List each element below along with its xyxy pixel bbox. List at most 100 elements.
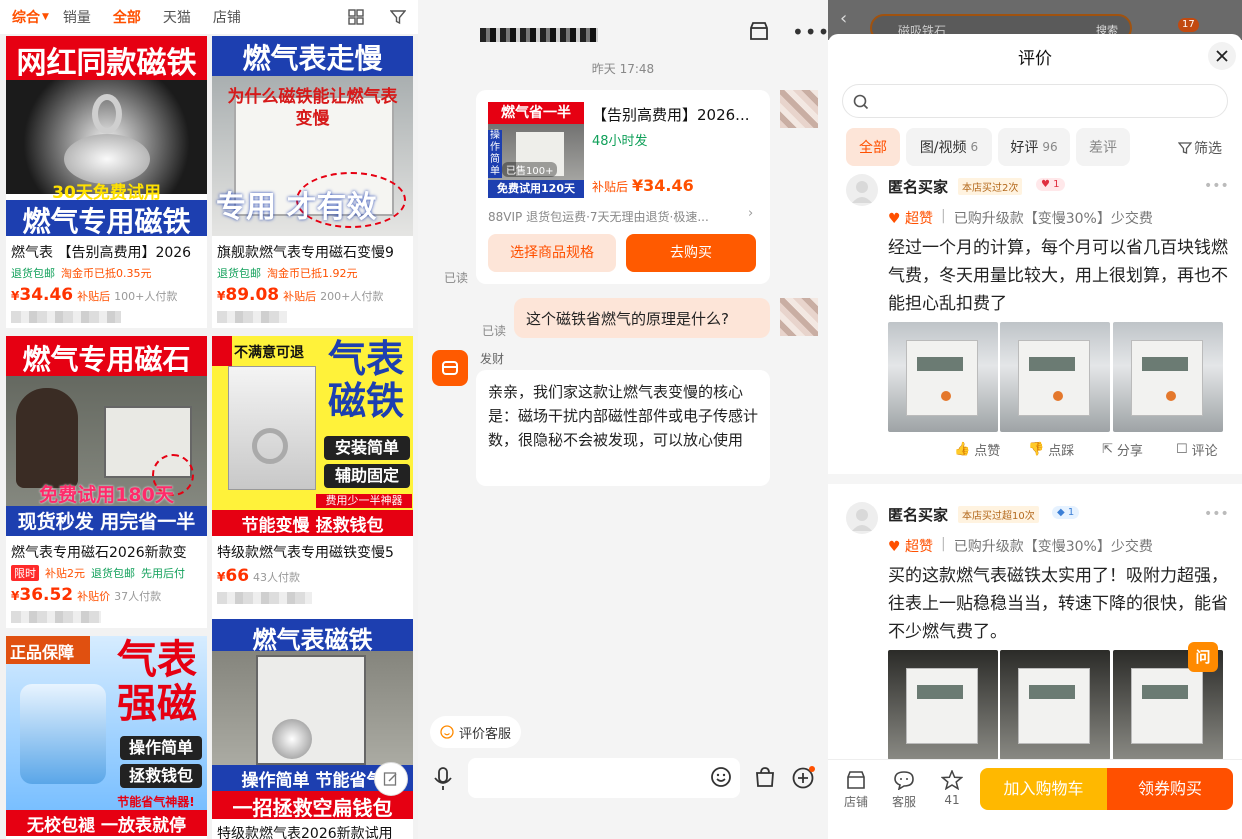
my-avatar — [780, 298, 818, 336]
bag-icon[interactable] — [754, 766, 776, 792]
review-text: 经过一个月的计算，每个月可以省几百块钱燃气费，冬天用量比较大，用上很划算，再也不… — [888, 238, 1228, 314]
product-card[interactable]: 燃气表磁铁 操作简单 节能省气 一招拯救空扁钱包 特级款燃气表2026新款试用 — [212, 619, 413, 839]
read-receipt: 已读 — [444, 271, 469, 285]
edit-icon — [383, 772, 397, 786]
close-button[interactable] — [1208, 42, 1236, 70]
sort-filter-bar: 综合 ▼ 销量 全部 天猫 店铺 — [0, 0, 418, 34]
chat-icon — [894, 771, 914, 791]
review-photo[interactable] — [1113, 322, 1223, 432]
shop-name-blurred — [11, 611, 101, 623]
review-item: 匿名买家 本店买过2次 ♥ 1 ••• ♥ 超赞 | 已购升级款【变慢30%】少… — [828, 168, 1242, 468]
close-icon — [1216, 50, 1228, 62]
filter-all[interactable]: 全部 — [113, 7, 141, 27]
product-title: 旗舰款燃气表专用磁石变慢9 — [217, 245, 394, 261]
comment-button[interactable]: ☐ 评论 — [1176, 440, 1218, 459]
message-timestamp: 昨天 17:48 — [591, 62, 655, 76]
share-button[interactable]: ⇱ 分享 — [1102, 440, 1143, 459]
shop-name-blurred — [11, 311, 121, 323]
product-image: 燃气表走慢 为什么磁铁能让燃气表变慢 专用 才有效 — [212, 36, 413, 236]
service-line: 88VIP 退货包运费·7天无理由退货·极速... — [488, 210, 709, 224]
filter-shop[interactable]: 店铺 — [213, 7, 241, 27]
input-bar — [418, 756, 828, 839]
review-photo[interactable] — [888, 650, 998, 760]
reviewer-name: 匿名买家 — [888, 506, 949, 524]
agent-message: 亲亲，我们家这款让燃气表变慢的核心是：磁场干扰内部磁性部件或电子传感计数，很隐秘… — [476, 370, 770, 486]
chip-photo-video[interactable]: 图/视频 6 — [906, 128, 992, 166]
product-card[interactable]: 不满意可退 气表磁铁 安装简单 辅助固定 费用少一半神器 节能变慢 拯救钱包 特… — [212, 336, 413, 628]
shop-icon — [847, 771, 865, 789]
review-more-icon[interactable]: ••• — [1204, 506, 1229, 522]
reviewer-name: 匿名买家 — [888, 178, 949, 196]
store-icon[interactable] — [748, 20, 770, 46]
product-card-message[interactable]: 燃气省一半 操作简单 已售100+ 免费试用120天 【告别高费用】2026..… — [476, 90, 770, 284]
shipping-info: 48小时发 — [592, 134, 648, 149]
product-title: 特级款燃气表2026新款试用 — [217, 826, 393, 839]
shop-name-blurred — [217, 592, 312, 604]
product-title: 燃气表专用磁石2026新款变 — [11, 545, 187, 561]
purchased-variant: 已购升级款【变慢30%】少交费 — [953, 539, 1153, 555]
product-card[interactable]: 正品保障 气表强磁 操作简单 拯救钱包 节能省气神器! 无校包褪 一放表就停 — [6, 636, 207, 839]
edit-float-button[interactable] — [374, 762, 408, 796]
product-image: 网红同款磁铁 30天免费试用 燃气专用磁铁 — [6, 36, 207, 236]
store-logo-icon — [442, 361, 458, 375]
star-icon — [940, 769, 964, 791]
rating-label: ♥ 超赞 — [888, 539, 934, 555]
user-avatar — [846, 174, 878, 206]
voice-icon[interactable] — [432, 766, 454, 796]
add-to-cart-button[interactable]: 加入购物车 — [980, 768, 1107, 810]
bottom-action-bar: 店铺 客服 41 加入购物车 领券购买 — [828, 759, 1242, 839]
agent-avatar — [432, 350, 468, 386]
ask-button[interactable]: 问 — [1188, 642, 1218, 672]
chevron-right-icon: › — [748, 206, 754, 221]
more-icon[interactable]: ••• — [792, 20, 830, 44]
like-button[interactable]: 👍 点赞 — [954, 440, 1000, 459]
sort-sales[interactable]: 销量 — [63, 7, 91, 27]
review-text: 买的这款燃气表磁铁太实用了！吸附力超强，往表上一贴稳稳当当，转速下降的很快，能省… — [888, 566, 1228, 642]
review-more-icon[interactable]: ••• — [1204, 178, 1229, 194]
price-value: ¥34.46 — [632, 176, 694, 195]
product-card[interactable]: 燃气表走慢 为什么磁铁能让燃气表变慢 专用 才有效 旗舰款燃气表专用磁石变慢9 … — [212, 36, 413, 328]
my-message: 这个磁铁省燃气的原理是什么? — [514, 298, 770, 338]
message-input[interactable] — [468, 758, 740, 798]
filter-tmall[interactable]: 天猫 — [163, 7, 191, 27]
product-card[interactable]: 网红同款磁铁 30天免费试用 燃气专用磁铁 燃气表 【告别高费用】2026 退货… — [6, 36, 207, 328]
user-avatar — [846, 502, 878, 534]
favorite-nav[interactable]: 41 — [932, 769, 972, 807]
cart-badge: 17 — [1178, 18, 1199, 32]
product-card[interactable]: 燃气专用磁石 免费试用180天 现货秒发 用完省一半 燃气表专用磁石2026新款… — [6, 336, 207, 628]
review-search-input[interactable] — [842, 84, 1228, 118]
emoji-icon[interactable] — [710, 766, 732, 792]
purchased-variant: 已购升级款【变慢30%】少交费 — [953, 211, 1153, 227]
buy-with-coupon-button[interactable]: 领券购买 — [1107, 768, 1233, 810]
select-spec-button[interactable]: 选择商品规格 — [488, 234, 616, 272]
dislike-button[interactable]: 👎 点踩 — [1028, 440, 1074, 459]
product-image: 正品保障 气表强磁 操作简单 拯救钱包 节能省气神器! 无校包褪 一放表就停 — [6, 636, 207, 836]
review-item: 匿名买家 本店买过超10次 ◆ 1 ••• ♥ 超赞 | 已购升级款【变慢30%… — [828, 496, 1242, 766]
grid-view-icon[interactable] — [348, 9, 364, 25]
repeat-buyer-badge: 本店买过2次 — [958, 178, 1023, 195]
review-photo[interactable] — [1000, 322, 1110, 432]
sort-comprehensive[interactable]: 综合 — [12, 7, 40, 27]
sheet-title: 评价 — [1018, 49, 1052, 69]
level-badge: ◆ 1 — [1052, 506, 1080, 519]
go-buy-button[interactable]: 去购买 — [626, 234, 756, 272]
reviews-panel: ‹ 磁吸铁石 搜索 17 评价 全部 图/视频 6 好评 96 差评 筛选 匿名买家… — [828, 0, 1242, 839]
review-photo[interactable] — [1000, 650, 1110, 760]
plus-icon[interactable] — [792, 766, 816, 794]
product-thumbnail: 燃气省一半 操作简单 已售100+ 免费试用120天 — [488, 102, 584, 198]
chip-negative[interactable]: 差评 — [1076, 128, 1130, 166]
filter-funnel-icon[interactable] — [389, 9, 407, 25]
chip-positive[interactable]: 好评 96 — [998, 128, 1070, 166]
repeat-buyer-badge: 本店买过超10次 — [958, 506, 1039, 523]
chip-all[interactable]: 全部 — [846, 128, 900, 166]
back-icon[interactable]: ‹ — [840, 8, 847, 29]
service-nav[interactable]: 客服 — [884, 770, 924, 810]
rate-service-button[interactable]: 评价客服 — [430, 716, 522, 748]
shop-name-blurred — [480, 28, 598, 42]
search-icon — [853, 94, 869, 110]
review-sheet: 评价 全部 图/视频 6 好评 96 差评 筛选 匿名买家 本店买过2次 ♥ 1 •… — [828, 34, 1242, 839]
review-photo[interactable] — [888, 322, 998, 432]
filter-button[interactable]: 筛选 — [1178, 138, 1222, 158]
product-image: 燃气专用磁石 免费试用180天 现货秒发 用完省一半 — [6, 336, 207, 536]
shop-nav[interactable]: 店铺 — [836, 770, 876, 810]
